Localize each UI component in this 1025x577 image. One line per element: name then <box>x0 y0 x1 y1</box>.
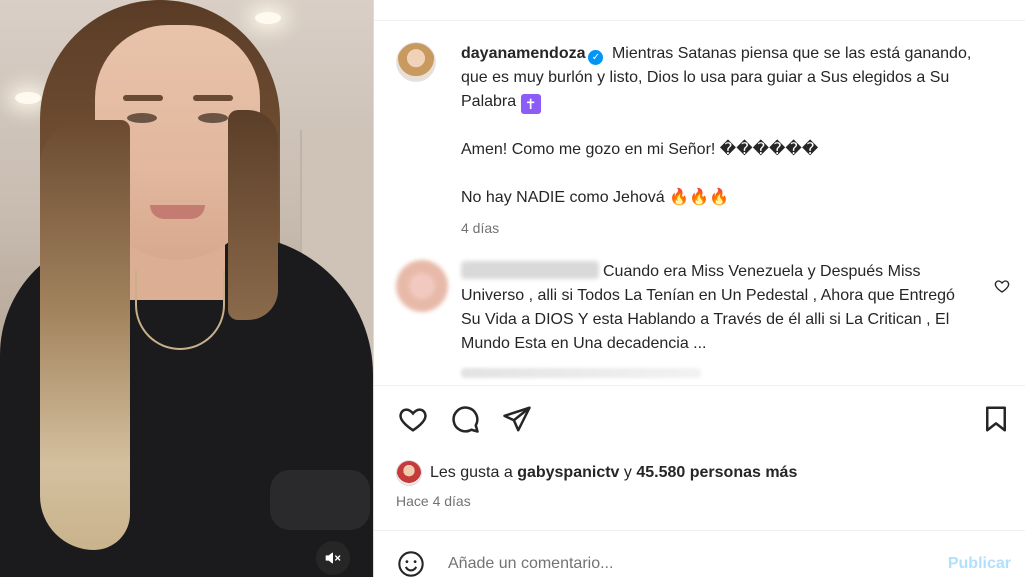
liker-avatar[interactable] <box>396 460 422 486</box>
caption-time[interactable]: 4 días <box>461 220 996 236</box>
verified-badge-icon: ✓ <box>588 50 604 65</box>
action-bar <box>396 402 1011 438</box>
comment-item: Cuando era Miss Venezuela y Después Miss… <box>396 260 1016 378</box>
save-button[interactable] <box>979 402 1013 436</box>
commenter-avatar[interactable] <box>396 260 448 312</box>
smiley-icon <box>398 551 424 577</box>
liker-username[interactable]: gabyspanictv <box>517 464 619 482</box>
heart-icon <box>399 408 427 432</box>
hair-strands <box>40 120 130 550</box>
share-button[interactable] <box>500 402 534 436</box>
comment-bubble-icon <box>452 406 479 433</box>
left-eye <box>127 113 157 123</box>
caption-line-2: Amen! Como me gozo en mi Señor! ������ <box>461 141 819 158</box>
post-video[interactable] <box>0 0 373 577</box>
post-detail-panel: dayanamendoza ✓ Mientras Satanas piensa q… <box>373 0 1025 577</box>
emoji-button[interactable] <box>396 549 426 577</box>
paper-plane-icon <box>503 406 531 432</box>
comment-meta-blurred <box>461 368 701 378</box>
comment-button[interactable] <box>448 402 482 436</box>
post-caption: dayanamendoza ✓ Mientras Satanas piensa q… <box>396 42 996 236</box>
speaker-muted-icon <box>325 552 341 564</box>
divider <box>374 20 1025 21</box>
likes-conjunction: y <box>623 464 632 481</box>
divider <box>374 530 1025 531</box>
publish-button[interactable]: Publicar <box>948 555 1011 573</box>
caption-line-3-text: No hay NADIE como Jehová <box>461 189 665 206</box>
bookmark-icon <box>986 406 1006 432</box>
chair-armrest <box>270 470 370 530</box>
right-eyebrow <box>193 95 233 101</box>
likes-prefix: Les gusta a <box>430 464 513 481</box>
likes-summary: Les gusta a gabyspanictv y 45.580 person… <box>396 460 797 486</box>
right-eye <box>198 113 228 123</box>
heart-icon <box>994 280 1010 293</box>
commenter-username-blurred[interactable] <box>461 261 599 279</box>
comment-like-button[interactable] <box>994 278 1010 299</box>
mute-button[interactable] <box>316 541 350 575</box>
hair-strands <box>228 110 278 320</box>
caption-line-3: No hay NADIE como Jehová 🔥🔥🔥 <box>461 186 996 210</box>
left-eyebrow <box>123 95 163 101</box>
add-comment-row: Publicar <box>396 546 1011 577</box>
ceiling-light <box>255 12 281 24</box>
comment-text: Cuando era Miss Venezuela y Después Miss… <box>461 260 976 356</box>
author-username[interactable]: dayanamendoza <box>461 45 585 62</box>
likes-count[interactable]: 45.580 personas más <box>636 464 797 482</box>
ceiling-light <box>15 92 41 104</box>
author-avatar[interactable] <box>396 42 436 82</box>
post-timestamp[interactable]: Hace 4 días <box>396 493 471 509</box>
divider <box>374 385 1025 386</box>
fire-icon: 🔥🔥🔥 <box>669 189 729 206</box>
mouth <box>150 205 205 219</box>
like-button[interactable] <box>396 402 430 436</box>
caption-text: dayanamendoza ✓ Mientras Satanas piensa q… <box>461 42 996 210</box>
latin-cross-icon: ✝ <box>520 94 541 114</box>
comment-input[interactable] <box>448 555 948 573</box>
